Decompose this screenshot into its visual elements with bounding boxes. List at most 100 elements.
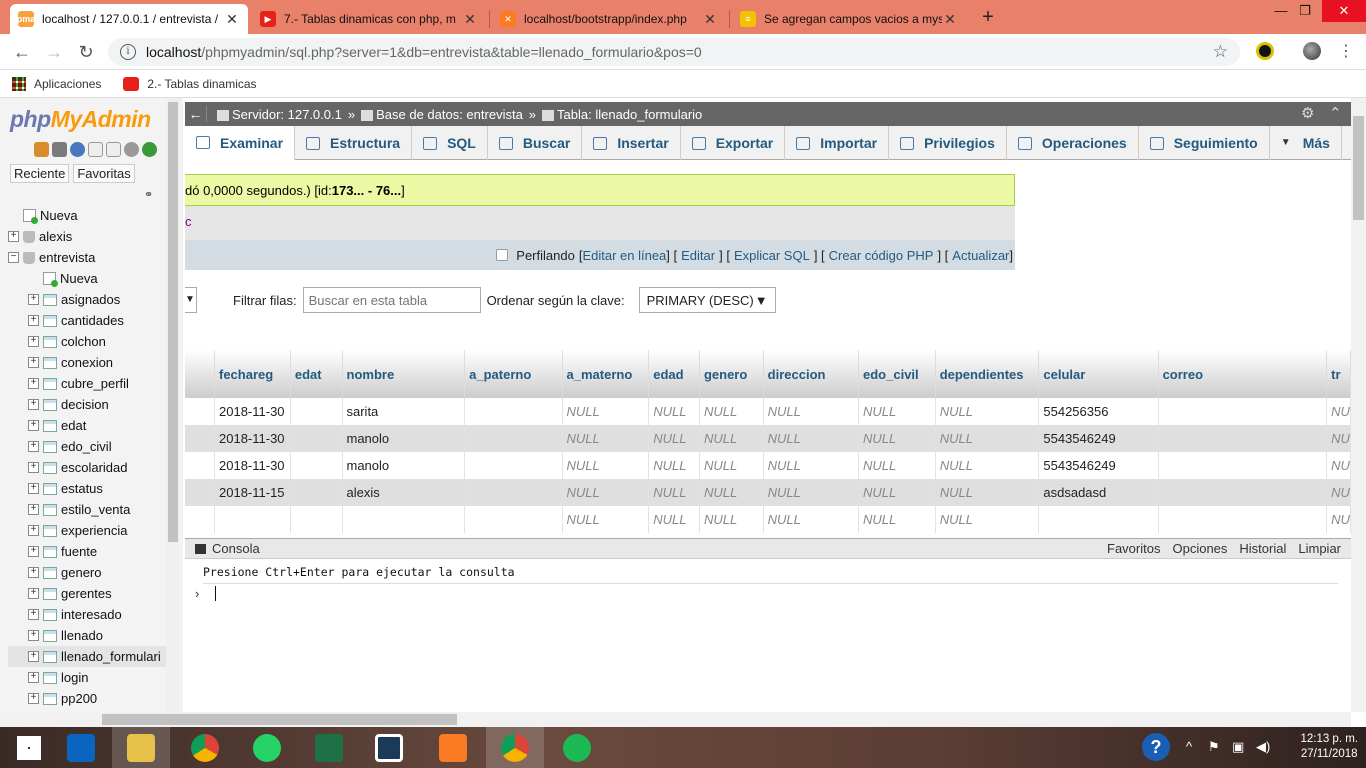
table-cell[interactable]: 2018-11-30 [214,398,291,425]
table-cell[interactable]: NULL [935,479,1040,506]
table-cell[interactable]: NULL [562,452,650,479]
table-cell[interactable] [1158,425,1328,452]
table-cell[interactable] [290,425,343,452]
table-cell[interactable]: alexis [342,479,466,506]
expand-icon[interactable]: + [28,294,39,305]
table-cell[interactable]: NULL [935,425,1040,452]
flag-icon[interactable]: ⚑ [1208,739,1220,755]
table-row[interactable]: 2018-11-30 sarita NULL NULL NULL NULL NULL NULL… [185,398,1351,425]
table-cell[interactable]: 2018-11-30 [214,425,291,452]
table-cell[interactable]: 5543546249 [1038,425,1159,452]
tab-exportar[interactable]: Exportar [681,126,786,160]
tray-chevron-icon[interactable]: ^ [1186,739,1192,754]
table-cell[interactable]: NULL [699,506,764,533]
filter-rows-input[interactable] [302,287,481,313]
table-cell[interactable]: NULL [699,452,764,479]
expand-icon[interactable]: + [28,399,39,410]
table-cell[interactable]: NULL [763,425,860,452]
tree-item-nueva[interactable]: Nueva [8,268,178,289]
info-icon[interactable]: i [120,44,136,60]
table-cell[interactable]: sarita [342,398,466,425]
taskbar-xampp[interactable] [424,727,482,768]
tree-item-cantidades[interactable]: + cantidades [8,310,178,331]
table-cell[interactable]: NULL [763,452,860,479]
profile-avatar[interactable] [1303,42,1321,60]
explain-sql-link[interactable]: Explicar SQL [734,248,810,263]
restore-button[interactable]: ❐ [1288,0,1322,22]
favorites-tab[interactable]: Favoritas [73,164,135,183]
expand-icon[interactable]: + [28,693,39,704]
tree-item-genero[interactable]: + genero [8,562,178,583]
edit-inline-link[interactable]: Editar en línea [582,248,666,263]
console-input[interactable]: › [195,586,1351,601]
table-cell[interactable]: NULL [648,506,700,533]
column-header-correo[interactable]: correo [1158,350,1328,398]
expand-icon[interactable]: + [28,441,39,452]
table-row[interactable]: 2018-11-30 manolo NULL NULL NULL NULL NULL NULL… [185,425,1351,452]
table-cell[interactable]: NU [1326,452,1351,479]
tab-privilegios[interactable]: Privilegios [889,126,1007,160]
browser-tab-phpmyadmin[interactable]: pma localhost / 127.0.0.1 / entrevista /… [10,4,248,34]
table-cell[interactable] [342,506,466,533]
tree-item-pp200[interactable]: + pp200 [8,688,178,709]
table-cell[interactable]: NULL [858,398,936,425]
help-icon[interactable] [70,142,85,157]
new-tab-button[interactable]: + [976,4,1000,30]
column-header-genero[interactable]: genero [699,350,764,398]
home-icon[interactable] [34,142,49,157]
tab-operaciones[interactable]: Operaciones [1007,126,1139,160]
breadcrumb-server[interactable]: Servidor: 127.0.0.1 [217,107,342,122]
table-cell[interactable] [464,506,563,533]
table-cell[interactable]: NULL [763,479,860,506]
table-cell[interactable]: NULL [562,398,650,425]
table-cell[interactable]: NULL [763,506,860,533]
console-favorites[interactable]: Favoritos [1107,541,1160,556]
close-tab-icon[interactable]: ✕ [462,11,478,28]
column-header-a-materno[interactable]: a_materno [562,350,650,398]
windows-start-button[interactable] [0,727,58,768]
column-header-a-paterno[interactable]: a_paterno [464,350,563,398]
table-cell[interactable] [290,506,343,533]
expand-icon[interactable]: + [28,483,39,494]
table-cell[interactable]: NU [1326,398,1351,425]
table-cell[interactable]: NULL [858,479,936,506]
tab-estructura[interactable]: Estructura [295,126,413,160]
table-cell[interactable] [1158,398,1328,425]
console-clear[interactable]: Limpiar [1298,541,1341,556]
taskbar-spotify[interactable] [548,727,606,768]
expand-icon[interactable]: + [28,609,39,620]
table-cell[interactable]: NULL [648,452,700,479]
column-header-edad[interactable]: edad [648,350,700,398]
tab-importar[interactable]: Importar [785,126,890,160]
address-bar[interactable]: i localhost/phpmyadmin/sql.php?server=1&… [108,38,1240,66]
tab-seguimiento[interactable]: Seguimiento [1139,126,1270,160]
back-arrow-icon[interactable]: ← [10,40,34,64]
table-cell[interactable]: manolo [342,425,466,452]
column-header-edo-civil[interactable]: edo_civil [858,350,936,398]
tree-item-cubre-perfil[interactable]: + cubre_perfil [8,373,178,394]
tree-item-llenado-formulari[interactable]: + llenado_formulari [8,646,178,667]
console-title[interactable]: Consola [212,541,260,556]
breadcrumb-database[interactable]: Base de datos: entrevista [361,107,523,122]
bookmark-youtube-video[interactable]: 2.- Tablas dinamicas [123,76,257,91]
table-cell[interactable]: NU [1326,479,1351,506]
close-tab-icon[interactable]: ✕ [942,11,958,28]
table-cell[interactable] [290,479,343,506]
table-cell[interactable]: NULL [699,398,764,425]
create-php-code-link[interactable]: Crear código PHP [829,248,934,263]
tree-item-interesado[interactable]: + interesado [8,604,178,625]
menu-kebab-icon[interactable]: ⋮ [1334,40,1358,64]
table-cell[interactable]: 2018-11-15 [214,479,291,506]
taskbar-whatsapp[interactable] [238,727,296,768]
column-header-direccion[interactable]: direccion [763,350,860,398]
tree-item-decision[interactable]: + decision [8,394,178,415]
recent-tab[interactable]: Reciente [10,164,70,183]
expand-icon[interactable]: + [28,672,39,683]
table-cell[interactable]: NULL [699,479,764,506]
page-vertical-scrollbar[interactable] [1351,98,1366,712]
tree-item-edo-civil[interactable]: + edo_civil [8,436,178,457]
sql-docs-icon[interactable] [106,142,121,157]
tree-item-escolaridad[interactable]: + escolaridad [8,457,178,478]
scrollbar-thumb[interactable] [1353,116,1364,220]
network-icon[interactable]: ▣ [1232,739,1244,755]
